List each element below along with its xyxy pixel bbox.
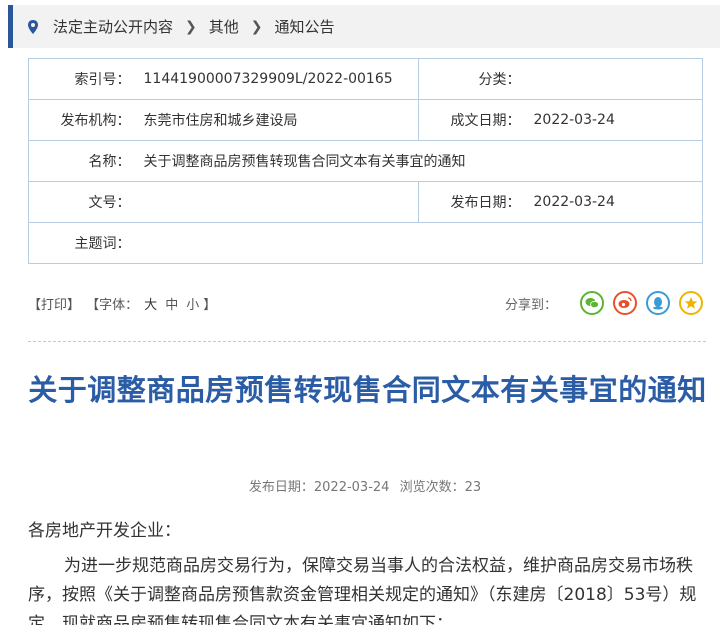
view-count: 浏览次数：23 (399, 480, 482, 495)
font-size-small-link[interactable]: 小 (186, 298, 199, 313)
info-row-subject: 主题词： (28, 222, 703, 264)
chevron-right-icon: ❯ (185, 18, 197, 35)
info-row-docno: 文号： 发布日期： 2022-03-24 (28, 181, 703, 223)
index-value: 11441900007329909L/2022-00165 (138, 58, 419, 100)
breadcrumb-item-notices[interactable]: 通知公告 (275, 16, 335, 37)
breadcrumb-item-public-content[interactable]: 法定主动公开内容 (53, 16, 173, 37)
publish-date: 发布日期：2022-03-24 (248, 480, 390, 495)
created-date-label: 成文日期： (418, 99, 529, 141)
subject-label: 主题词： (28, 222, 139, 264)
published-date-value: 2022-03-24 (528, 181, 703, 223)
docno-label: 文号： (28, 181, 139, 223)
font-size-prefix: 【字体： (86, 297, 139, 313)
qq-icon[interactable] (646, 291, 670, 315)
tools-left: 【打印】 【字体： 大中小】 (28, 294, 218, 313)
org-value: 东莞市住房和城乡建设局 (138, 99, 419, 141)
share-label: 分享到： (504, 297, 557, 313)
location-pin-icon (28, 19, 38, 34)
print-link[interactable]: 【打印】 (28, 298, 80, 313)
font-size-suffix: 】 (203, 297, 217, 313)
subject-value (138, 222, 703, 264)
breadcrumb: 法定主动公开内容 ❯ 其他 ❯ 通知公告 (8, 5, 720, 48)
document-info-table: 索引号： 11441900007329909L/2022-00165 分类： 发… (28, 58, 703, 264)
qzone-icon[interactable] (679, 291, 703, 315)
name-label: 名称： (28, 140, 139, 182)
name-value: 关于调整商品房预售转现售合同文本有关事宜的通知 (138, 140, 703, 182)
published-date-label: 发布日期： (418, 181, 529, 223)
article-title: 关于调整商品房预售转现售合同文本有关事宜的通知 (28, 373, 707, 407)
docno-value (138, 181, 419, 223)
wechat-icon[interactable] (580, 291, 604, 315)
article-body: 各房地产开发企业： 为进一步规范商品房交易行为，保障交易当事人的合法权益，维护商… (28, 517, 708, 625)
info-row-index: 索引号： 11441900007329909L/2022-00165 分类： (28, 58, 703, 100)
salutation: 各房地产开发企业： (28, 521, 181, 541)
breadcrumb-item-other[interactable]: 其他 (209, 16, 239, 37)
font-size-medium-link[interactable]: 中 (165, 298, 178, 313)
article-meta: 发布日期：2022-03-24 浏览次数：23 (0, 476, 720, 495)
share-bar: 分享到： (505, 291, 703, 315)
body-paragraph: 为进一步规范商品房交易行为，保障交易当事人的合法权益，维护商品房交易市场秩序，按… (28, 556, 697, 625)
org-label: 发布机构： (28, 99, 139, 141)
info-row-name: 名称： 关于调整商品房预售转现售合同文本有关事宜的通知 (28, 140, 703, 182)
category-value (528, 58, 703, 100)
category-label: 分类： (418, 58, 529, 100)
dashed-divider (28, 341, 706, 342)
index-label: 索引号： (28, 58, 139, 100)
info-row-org: 发布机构： 东莞市住房和城乡建设局 成文日期： 2022-03-24 (28, 99, 703, 141)
font-size-large-link[interactable]: 大 (144, 298, 157, 313)
article-tools: 【打印】 【字体： 大中小】 分享到： (28, 286, 703, 320)
weibo-icon[interactable] (613, 291, 637, 315)
chevron-right-icon: ❯ (250, 18, 263, 35)
created-date-value: 2022-03-24 (528, 99, 703, 141)
